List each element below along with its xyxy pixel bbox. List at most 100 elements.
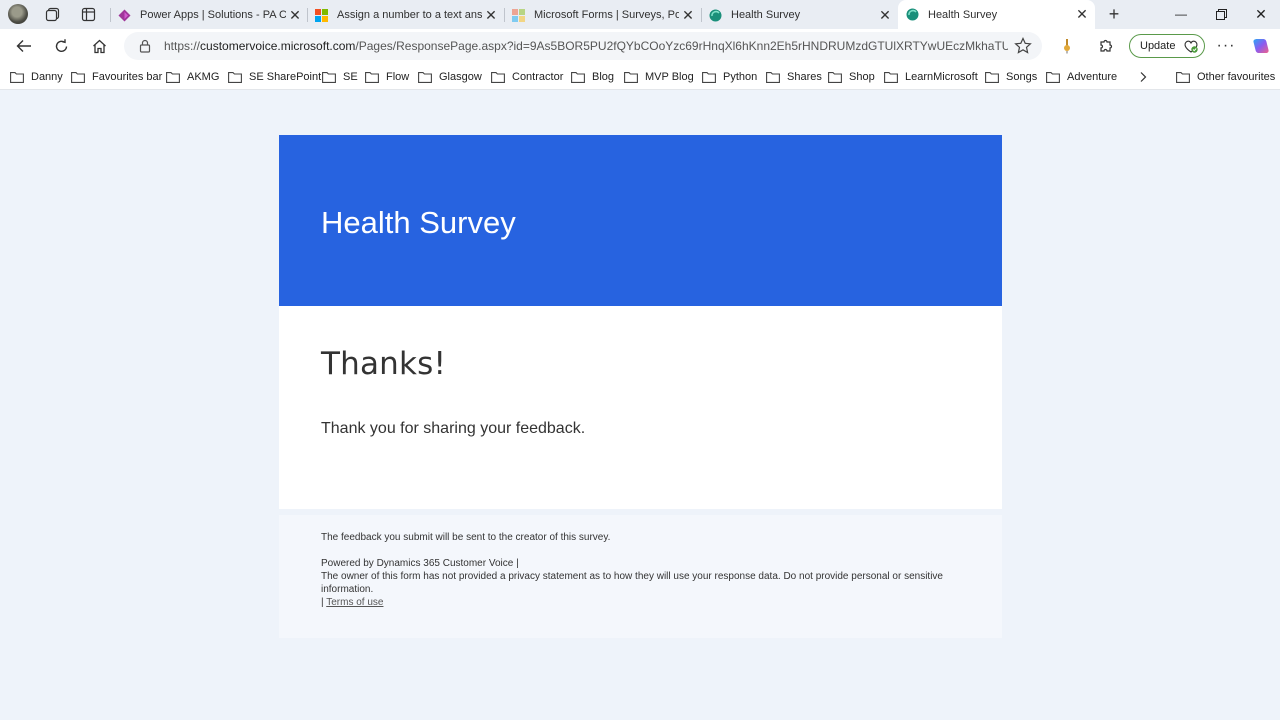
favourite-folder[interactable]: Flow	[365, 69, 409, 85]
chevron-right-icon	[1140, 72, 1147, 82]
workspaces-icon[interactable]	[40, 3, 64, 25]
folder-icon	[1176, 72, 1190, 83]
favourite-label: Contractor	[512, 71, 564, 83]
tab-health-survey[interactable]: Health Survey ✕	[701, 2, 898, 28]
favourite-label: Danny	[31, 71, 63, 83]
favourite-label: Shop	[849, 71, 875, 83]
favourite-label: Glasgow	[439, 71, 482, 83]
favourites-bar: Danny Favourites bar AKMG SE SharePoint …	[0, 63, 1280, 90]
favourite-label: AKMG	[187, 71, 220, 83]
close-tab-icon[interactable]: ✕	[679, 7, 697, 24]
terms-of-use-link[interactable]: Terms of use	[326, 597, 383, 608]
favourite-star-icon[interactable]	[1014, 37, 1032, 55]
terms-row: | Terms of use	[321, 596, 971, 609]
more-favourites-button[interactable]	[1138, 69, 1148, 85]
microsoft-icon	[315, 8, 328, 22]
favourite-folder[interactable]: Glasgow	[418, 69, 482, 85]
favourite-folder[interactable]: Shop	[828, 69, 875, 85]
favourite-label: Favourites bar	[92, 71, 163, 83]
privacy-statement: The owner of this form has not provided …	[321, 571, 943, 595]
close-tab-icon[interactable]: ✕	[1073, 6, 1091, 23]
favourite-folder[interactable]: Favourites bar	[71, 69, 162, 85]
customer-voice-icon	[709, 9, 722, 21]
settings-menu-button[interactable]: ···	[1213, 34, 1239, 58]
lock-icon[interactable]	[138, 39, 152, 53]
favourite-label: Shares	[787, 71, 822, 83]
close-window-button[interactable]: ✕	[1248, 4, 1274, 24]
tab-title: Health Survey	[731, 9, 801, 21]
update-label: Update	[1140, 40, 1176, 52]
favourite-folder[interactable]: Songs	[985, 69, 1037, 85]
home-icon	[92, 39, 106, 53]
favourite-label: SE	[343, 71, 358, 83]
favourite-label: MVP Blog	[645, 71, 694, 83]
thank-you-card: Thanks! Thank you for sharing your feedb…	[279, 306, 1002, 509]
refresh-button[interactable]	[48, 34, 74, 58]
favourite-label: LearnMicrosoft	[905, 71, 978, 83]
back-button[interactable]	[11, 34, 37, 58]
folder-icon	[166, 72, 180, 83]
other-favourites-label: Other favourites	[1197, 71, 1276, 83]
folder-icon	[571, 72, 585, 83]
address-bar[interactable]: https://customervoice.microsoft.com/Page…	[124, 32, 1042, 60]
tab-strip: Power Apps | Solutions - PA Con ✕ Assign…	[0, 0, 1280, 29]
folder-icon	[884, 72, 898, 83]
thanks-heading: Thanks!	[321, 346, 447, 382]
favourite-folder[interactable]: Python	[702, 69, 757, 85]
favourite-label: Flow	[386, 71, 410, 83]
url-text[interactable]: https://customervoice.microsoft.com/Page…	[164, 39, 1008, 53]
pin-extension-icon	[1064, 39, 1070, 54]
tab-power-apps[interactable]: Power Apps | Solutions - PA Con ✕	[110, 2, 308, 28]
favourite-folder[interactable]: Shares	[766, 69, 822, 85]
terms-separator: |	[321, 597, 324, 608]
favourite-folder[interactable]: AKMG	[166, 69, 219, 85]
tab-title: Health Survey	[928, 8, 998, 21]
folder-icon	[228, 72, 242, 83]
favourite-folder[interactable]: SE SharePoint	[228, 69, 321, 85]
url-scheme: https://	[164, 39, 201, 53]
minimize-icon: —	[1175, 7, 1187, 21]
favourite-label: Blog	[592, 71, 615, 83]
close-tab-icon[interactable]: ✕	[876, 7, 894, 24]
folder-icon	[10, 72, 24, 83]
close-tab-icon[interactable]: ✕	[286, 7, 304, 24]
favourite-folder[interactable]: Contractor	[491, 69, 563, 85]
favourite-label: SE SharePoint	[249, 71, 322, 83]
puzzle-icon	[1099, 39, 1112, 52]
home-button[interactable]	[86, 34, 112, 58]
power-apps-icon	[118, 9, 131, 21]
avatar	[8, 4, 28, 24]
favourite-folder[interactable]: SE	[322, 69, 358, 85]
update-button[interactable]: Update	[1129, 34, 1205, 58]
favourite-folder[interactable]: Adventure	[1046, 69, 1117, 85]
copilot-button[interactable]	[1248, 34, 1274, 58]
folder-icon	[322, 72, 336, 83]
vertical-tabs-icon[interactable]	[76, 3, 100, 25]
folder-icon	[1046, 72, 1060, 83]
extension-button[interactable]	[1054, 34, 1080, 58]
microsoft-icon	[512, 8, 525, 22]
powered-by-text: Powered by Dynamics 365 Customer Voice |	[321, 558, 519, 569]
favourite-label: Songs	[1006, 71, 1038, 83]
url-path: /Pages/ResponsePage.aspx?id=9As5BOR5PU2f…	[355, 39, 1008, 53]
tab-microsoft-forms[interactable]: Microsoft Forms | Surveys, Polls ✕	[504, 2, 701, 28]
favourite-folder[interactable]: Blog	[571, 69, 614, 85]
submission-notice: The feedback you submit will be sent to …	[321, 532, 611, 543]
thanks-message: Thank you for sharing your feedback.	[321, 420, 586, 437]
new-tab-button[interactable]: +	[1102, 3, 1126, 25]
folder-icon	[71, 72, 85, 83]
favourite-folder[interactable]: MVP Blog	[624, 69, 694, 85]
favourite-folder[interactable]: Danny	[10, 69, 63, 85]
back-arrow-icon	[16, 40, 31, 52]
close-tab-icon[interactable]: ✕	[482, 7, 500, 24]
profile-avatar[interactable]	[6, 3, 30, 25]
survey-header-banner: Health Survey	[279, 135, 1002, 306]
restore-button[interactable]	[1208, 4, 1234, 24]
tab-assign-number[interactable]: Assign a number to a text answe ✕	[307, 2, 504, 28]
favourite-folder[interactable]: LearnMicrosoft	[884, 69, 978, 85]
other-favourites-folder[interactable]: Other favourites	[1176, 69, 1275, 85]
extensions-button[interactable]	[1092, 34, 1118, 58]
tab-health-survey-active[interactable]: Health Survey ✕	[898, 0, 1095, 29]
minimize-button[interactable]: —	[1168, 4, 1194, 24]
favourite-label: Python	[723, 71, 758, 83]
